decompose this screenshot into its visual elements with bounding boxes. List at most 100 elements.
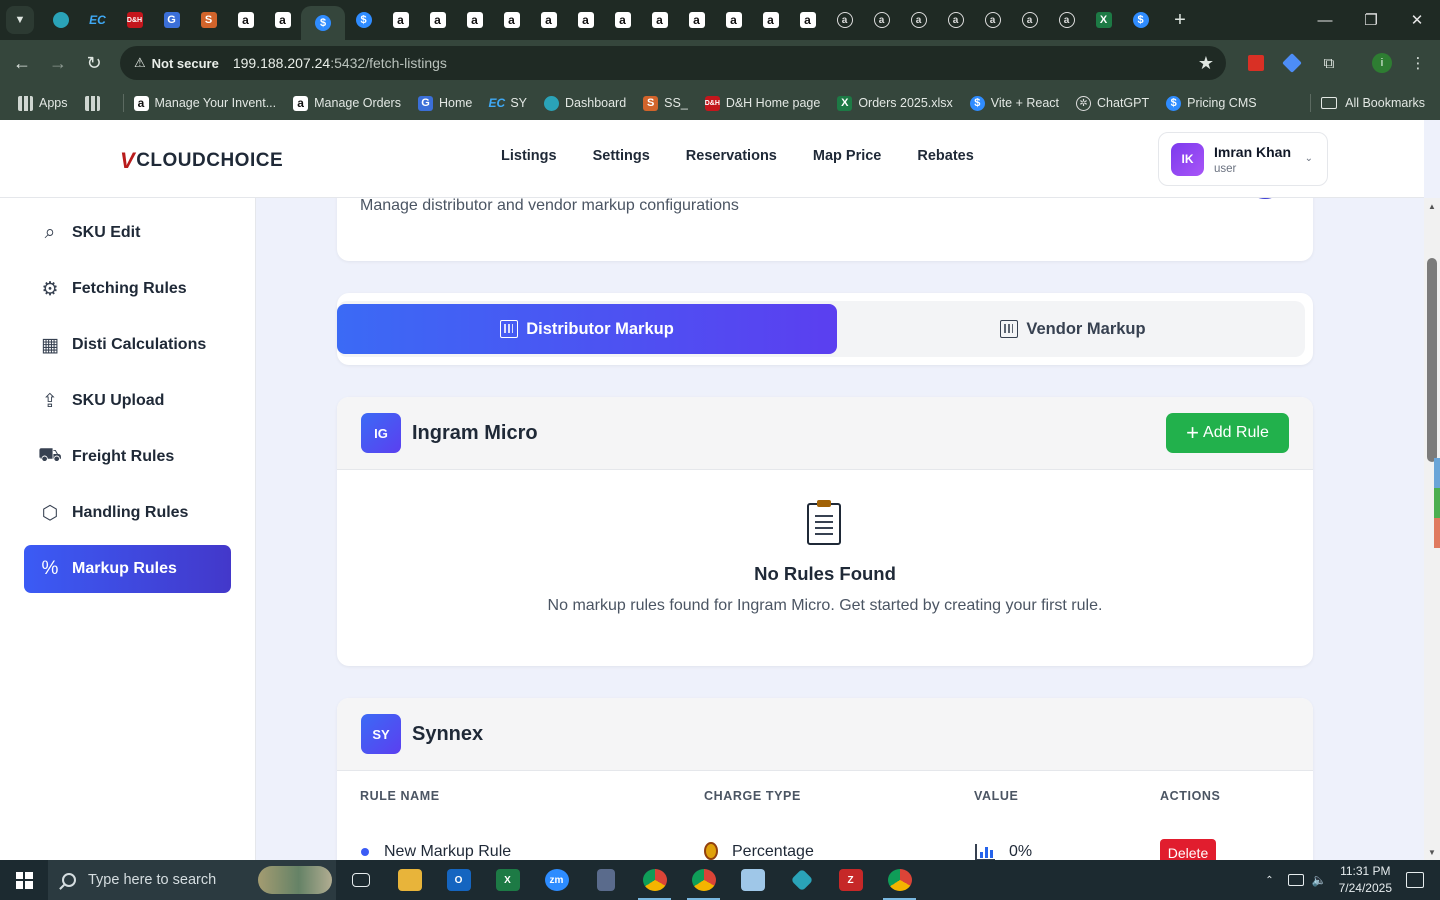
restore-button[interactable]: ❐ xyxy=(1348,0,1394,40)
new-tab-button[interactable]: + xyxy=(1165,9,1195,32)
vscode-like-icon[interactable] xyxy=(777,860,826,900)
browser-tab[interactable]: a xyxy=(641,4,678,36)
extension-red-icon[interactable] xyxy=(1241,48,1271,78)
nav-listings[interactable]: Listings xyxy=(501,148,557,164)
browser-tab[interactable]: a xyxy=(937,4,974,36)
bookmark-item[interactable]: Apps xyxy=(18,95,68,111)
browser-tab[interactable]: a xyxy=(227,4,264,36)
browser-tab[interactable]: a xyxy=(900,4,937,36)
sidebar-item-sku-edit[interactable]: ⌕ SKU Edit xyxy=(24,209,231,257)
extension-blue-icon[interactable] xyxy=(1277,48,1307,78)
excel-icon[interactable]: X xyxy=(483,860,532,900)
delete-button[interactable]: Delete xyxy=(1160,839,1216,860)
logo[interactable]: V CLOUDCHOICE xyxy=(120,148,283,174)
bookmark-item[interactable] xyxy=(84,95,106,111)
browser-tab[interactable]: EC xyxy=(79,4,116,36)
browser-tab[interactable]: a xyxy=(826,4,863,36)
bookmark-item[interactable]: G Home xyxy=(417,95,472,111)
sidebar-item-sku-upload[interactable]: ⇪ SKU Upload xyxy=(24,377,231,425)
nav-rebates[interactable]: Rebates xyxy=(917,148,973,164)
scroll-thumb[interactable] xyxy=(1427,258,1437,462)
browser-tab[interactable]: a xyxy=(264,4,301,36)
add-rule-button[interactable]: + Add Rule xyxy=(1166,413,1289,453)
sidebar-item-freight-rules[interactable]: ⛟ Freight Rules xyxy=(24,433,231,481)
filezilla-icon[interactable]: Z xyxy=(826,860,875,900)
browser-tab[interactable] xyxy=(42,4,79,36)
browser-tab[interactable]: a xyxy=(493,4,530,36)
bookmark-item[interactable]: Dashboard xyxy=(544,95,626,111)
file-explorer-icon[interactable] xyxy=(385,860,434,900)
reload-button[interactable]: ↻ xyxy=(76,45,112,81)
nav-settings[interactable]: Settings xyxy=(593,148,650,164)
browser-tab[interactable]: a xyxy=(863,4,900,36)
sidebar-item-disti-calculations[interactable]: ▦ Disti Calculations xyxy=(24,321,231,369)
zoom-icon[interactable]: zm xyxy=(532,860,581,900)
all-bookmarks-button[interactable]: All Bookmarks xyxy=(1310,94,1425,112)
close-window-button[interactable]: ✕ xyxy=(1394,0,1440,40)
bookmark-star-icon[interactable]: ★ xyxy=(1198,53,1214,74)
sidebar-item-fetching-rules[interactable]: ⚙ Fetching Rules xyxy=(24,265,231,313)
bookmark-item[interactable]: X Orders 2025.xlsx xyxy=(837,95,953,111)
calculator-icon[interactable] xyxy=(581,860,630,900)
browser-tab[interactable]: a xyxy=(715,4,752,36)
bookmark-item[interactable]: $ Vite + React xyxy=(969,95,1059,111)
menu-kebab-icon[interactable]: ⋮ xyxy=(1403,48,1433,78)
browser-tab[interactable]: a xyxy=(604,4,641,36)
back-button[interactable]: ← xyxy=(4,45,40,81)
browser-tab[interactable]: a xyxy=(1011,4,1048,36)
security-chip[interactable]: ⚠ Not secure xyxy=(126,50,227,76)
taskbar-search[interactable]: Type here to search xyxy=(48,860,336,900)
user-menu[interactable]: IK Imran Khan user ⌄ xyxy=(1158,132,1328,186)
tab-distributor-markup[interactable]: Distributor Markup xyxy=(337,304,837,354)
browser-tab[interactable]: a xyxy=(789,4,826,36)
notification-icon[interactable] xyxy=(1406,872,1424,888)
system-clock[interactable]: 11:31 PM 7/24/2025 xyxy=(1339,863,1392,897)
browser-tab[interactable]: a xyxy=(1048,4,1085,36)
bookmark-item[interactable]: ✲ ChatGPT xyxy=(1076,95,1149,111)
browser-tab[interactable]: $ xyxy=(301,6,345,40)
browser-tab[interactable]: G xyxy=(153,4,190,36)
browser-tab[interactable]: $ xyxy=(1122,4,1159,36)
browser-tab[interactable]: D&H xyxy=(116,4,153,36)
nav-reservations[interactable]: Reservations xyxy=(686,148,777,164)
browser-tab[interactable]: S xyxy=(190,4,227,36)
chrome-profile-icon[interactable] xyxy=(679,860,728,900)
network-icon[interactable] xyxy=(1287,874,1304,886)
tray-chevron-up-icon[interactable]: ⌃ xyxy=(1265,875,1273,886)
browser-tab[interactable]: a xyxy=(678,4,715,36)
minimize-button[interactable]: — xyxy=(1302,0,1348,40)
task-view-icon[interactable] xyxy=(336,860,385,900)
browser-tab[interactable]: a xyxy=(456,4,493,36)
scroll-down-icon[interactable]: ▼ xyxy=(1424,844,1440,860)
address-bar[interactable]: ⚠ Not secure 199.188.207.24:5432/fetch-l… xyxy=(120,46,1226,80)
profile-icon[interactable]: i xyxy=(1367,48,1397,78)
bookmark-item[interactable]: $ Pricing CMS xyxy=(1166,95,1257,111)
outlook-icon[interactable]: O xyxy=(434,860,483,900)
browser-tab[interactable]: a xyxy=(974,4,1011,36)
notes-app-icon[interactable] xyxy=(728,860,777,900)
bookmark-item[interactable]: D&H D&H Home page xyxy=(705,95,820,111)
chrome-icon[interactable] xyxy=(630,860,679,900)
nav-map-price[interactable]: Map Price xyxy=(813,148,882,164)
browser-tab[interactable]: X xyxy=(1085,4,1122,36)
browser-tab[interactable]: $ xyxy=(345,4,382,36)
tab-vendor-markup[interactable]: Vendor Markup xyxy=(842,304,1304,354)
bookmark-item[interactable]: a Manage Orders xyxy=(293,95,401,111)
extensions-puzzle-icon[interactable]: ⧉ xyxy=(1314,48,1344,78)
bookmark-item[interactable]: EC SY xyxy=(489,96,528,111)
browser-tab[interactable]: a xyxy=(567,4,604,36)
start-button[interactable] xyxy=(0,860,48,900)
browser-tab[interactable]: a xyxy=(419,4,456,36)
bookmark-item[interactable]: S SS_ xyxy=(643,95,688,111)
chrome-secondary-icon[interactable] xyxy=(875,860,924,900)
sidebar-item-handling-rules[interactable]: ⬡ Handling Rules xyxy=(24,489,231,537)
bookmark-item[interactable]: a Manage Your Invent... xyxy=(133,95,276,111)
forward-button[interactable]: → xyxy=(40,45,76,81)
volume-icon[interactable]: 🔈 xyxy=(1312,873,1327,887)
tab-search-button[interactable]: ▼ xyxy=(6,6,34,34)
browser-tab[interactable]: a xyxy=(752,4,789,36)
sidebar-item-markup-rules[interactable]: % Markup Rules xyxy=(24,545,231,593)
browser-tab[interactable]: a xyxy=(382,4,419,36)
scroll-up-icon[interactable]: ▲ xyxy=(1424,198,1440,214)
browser-tab[interactable]: a xyxy=(530,4,567,36)
